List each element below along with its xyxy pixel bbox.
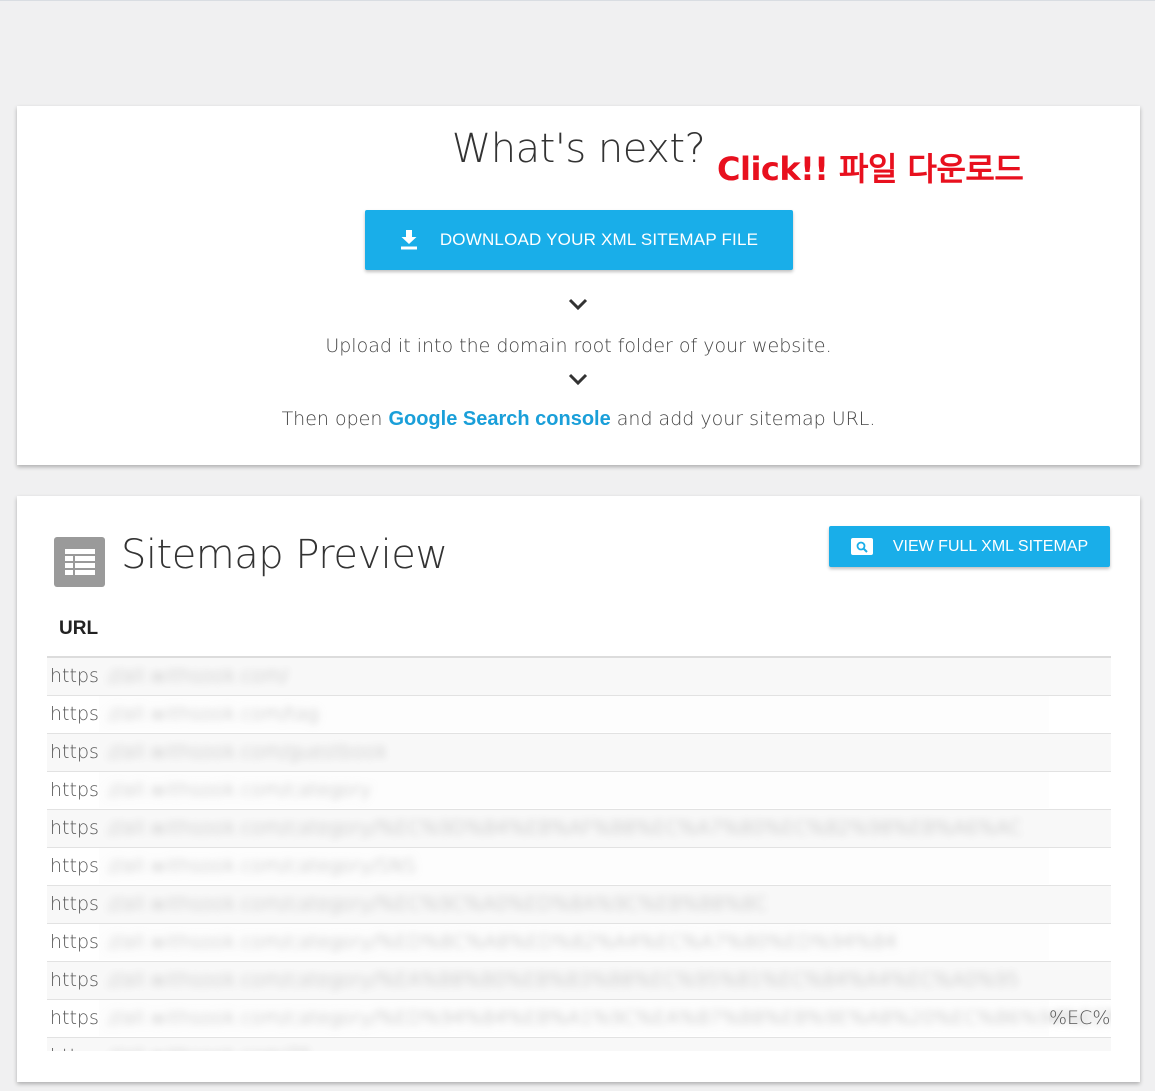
blur-mask (99, 1000, 1049, 1036)
url-column-header: URL (59, 618, 99, 639)
url-protocol: https (50, 1007, 99, 1029)
instruction-suffix: and add your sitemap URL. (610, 408, 876, 430)
url-protocol: https (50, 893, 99, 915)
url-protocol: https (50, 931, 99, 953)
table-row[interactable]: https://all.withsook.com/guestbook (47, 734, 1111, 772)
chevron-down-icon (568, 373, 588, 386)
google-search-console-link[interactable]: Google Search console (388, 408, 610, 430)
upload-instruction: Upload it into the domain root folder of… (325, 335, 832, 357)
table-row[interactable]: https://all.withsook.com/category (47, 772, 1111, 810)
whats-next-card: What's next? Click!! 파일 다운로드 DOWNLOAD YO… (17, 106, 1140, 465)
url-protocol: https (50, 703, 99, 725)
url-overflow-text: %EC%8 (1049, 1007, 1111, 1029)
table-row[interactable]: https://all.withsook.com/category/%EC%9C… (47, 886, 1111, 924)
instruction-prefix: Then open (281, 408, 389, 430)
sitemap-url-list[interactable]: https://all.withsook.com/https://all.wit… (47, 658, 1111, 1076)
blur-mask (99, 658, 1049, 694)
table-icon (54, 537, 105, 587)
download-sitemap-button[interactable]: DOWNLOAD YOUR XML SITEMAP FILE (365, 210, 793, 270)
search-icon (850, 538, 873, 555)
table-row[interactable]: https://all.withsook.com/category/%EA%B8… (47, 962, 1111, 1000)
table-row[interactable]: https://all.withsook.com/tag (47, 696, 1111, 734)
table-row[interactable]: https://all.withsook.com/ (47, 658, 1111, 696)
url-protocol: https (50, 741, 99, 763)
blur-mask (99, 810, 1049, 846)
search-console-instruction: Then open Google Search console and add … (17, 408, 1140, 431)
blur-mask (99, 734, 1049, 770)
blur-mask (99, 924, 1049, 960)
annotation-text: Click!! 파일 다운로드 (717, 150, 1024, 188)
url-protocol: https (50, 855, 99, 877)
view-full-sitemap-button[interactable]: VIEW FULL XML SITEMAP (829, 526, 1110, 567)
table-row[interactable]: https://all.withsook.com/category/%ED%8C… (47, 924, 1111, 962)
blur-mask (99, 696, 1049, 732)
sitemap-preview-card: Sitemap Preview VIEW FULL XML SITEMAP UR… (17, 496, 1140, 1082)
table-row[interactable]: https://all.withsook.com/category/%ED%94… (47, 1000, 1111, 1038)
blur-mask (99, 962, 1049, 998)
chevron-down-icon (568, 298, 588, 311)
blur-mask (99, 848, 1049, 884)
url-protocol: https (50, 665, 99, 687)
list-clip (47, 1051, 1111, 1082)
table-row[interactable]: https://all.withsook.com/category/%EC%9D… (47, 810, 1111, 848)
table-row[interactable]: https://all.withsook.com/category/SNS (47, 848, 1111, 886)
url-protocol: https (50, 817, 99, 839)
url-protocol: https (50, 779, 99, 801)
download-icon (400, 230, 417, 250)
blur-mask (99, 772, 1049, 808)
view-full-sitemap-label: VIEW FULL XML SITEMAP (892, 537, 1089, 555)
sitemap-preview-title: Sitemap Preview (121, 532, 448, 578)
download-sitemap-label: DOWNLOAD YOUR XML SITEMAP FILE (439, 230, 759, 249)
top-border (0, 0, 1155, 1)
url-protocol: https (50, 969, 99, 991)
blur-mask (99, 886, 1049, 922)
